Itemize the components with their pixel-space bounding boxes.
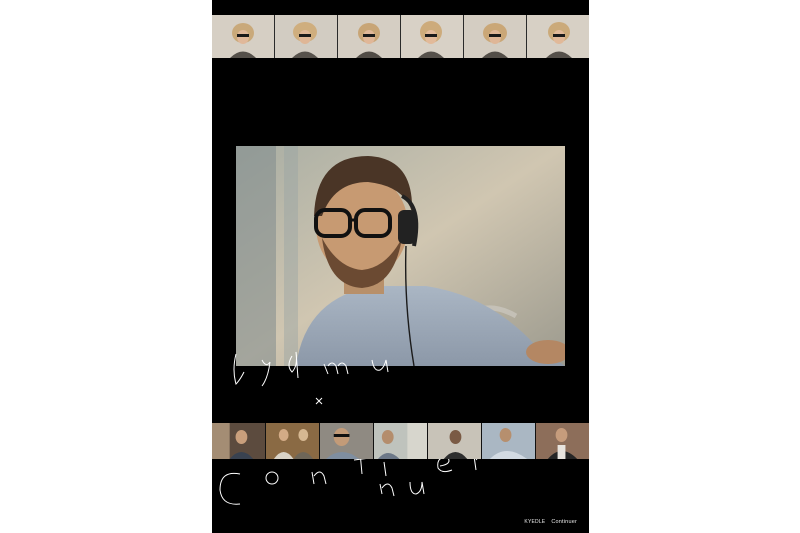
main-photo <box>236 146 565 366</box>
filmstrip-frame <box>401 15 464 58</box>
bottom-filmstrip <box>212 423 589 459</box>
filmstrip-frame <box>266 423 320 459</box>
filmstrip-frame <box>482 423 536 459</box>
filmstrip-frame <box>275 15 338 58</box>
credits: KYEDLE Continuer <box>524 519 577 525</box>
brand-two-logo: Continuer <box>551 519 577 525</box>
poster: KYEDLE Continuer <box>212 0 589 533</box>
filmstrip-frame <box>338 15 401 58</box>
brand-one-logo: KYEDLE <box>524 519 546 525</box>
filmstrip-frame <box>464 15 527 58</box>
filmstrip-frame <box>320 423 374 459</box>
filmstrip-frame <box>212 15 275 58</box>
filmstrip-frame <box>374 423 428 459</box>
top-filmstrip <box>212 15 589 58</box>
filmstrip-frame <box>212 423 266 459</box>
filmstrip-frame <box>536 423 589 459</box>
filmstrip-frame <box>527 15 589 58</box>
filmstrip-frame <box>428 423 482 459</box>
